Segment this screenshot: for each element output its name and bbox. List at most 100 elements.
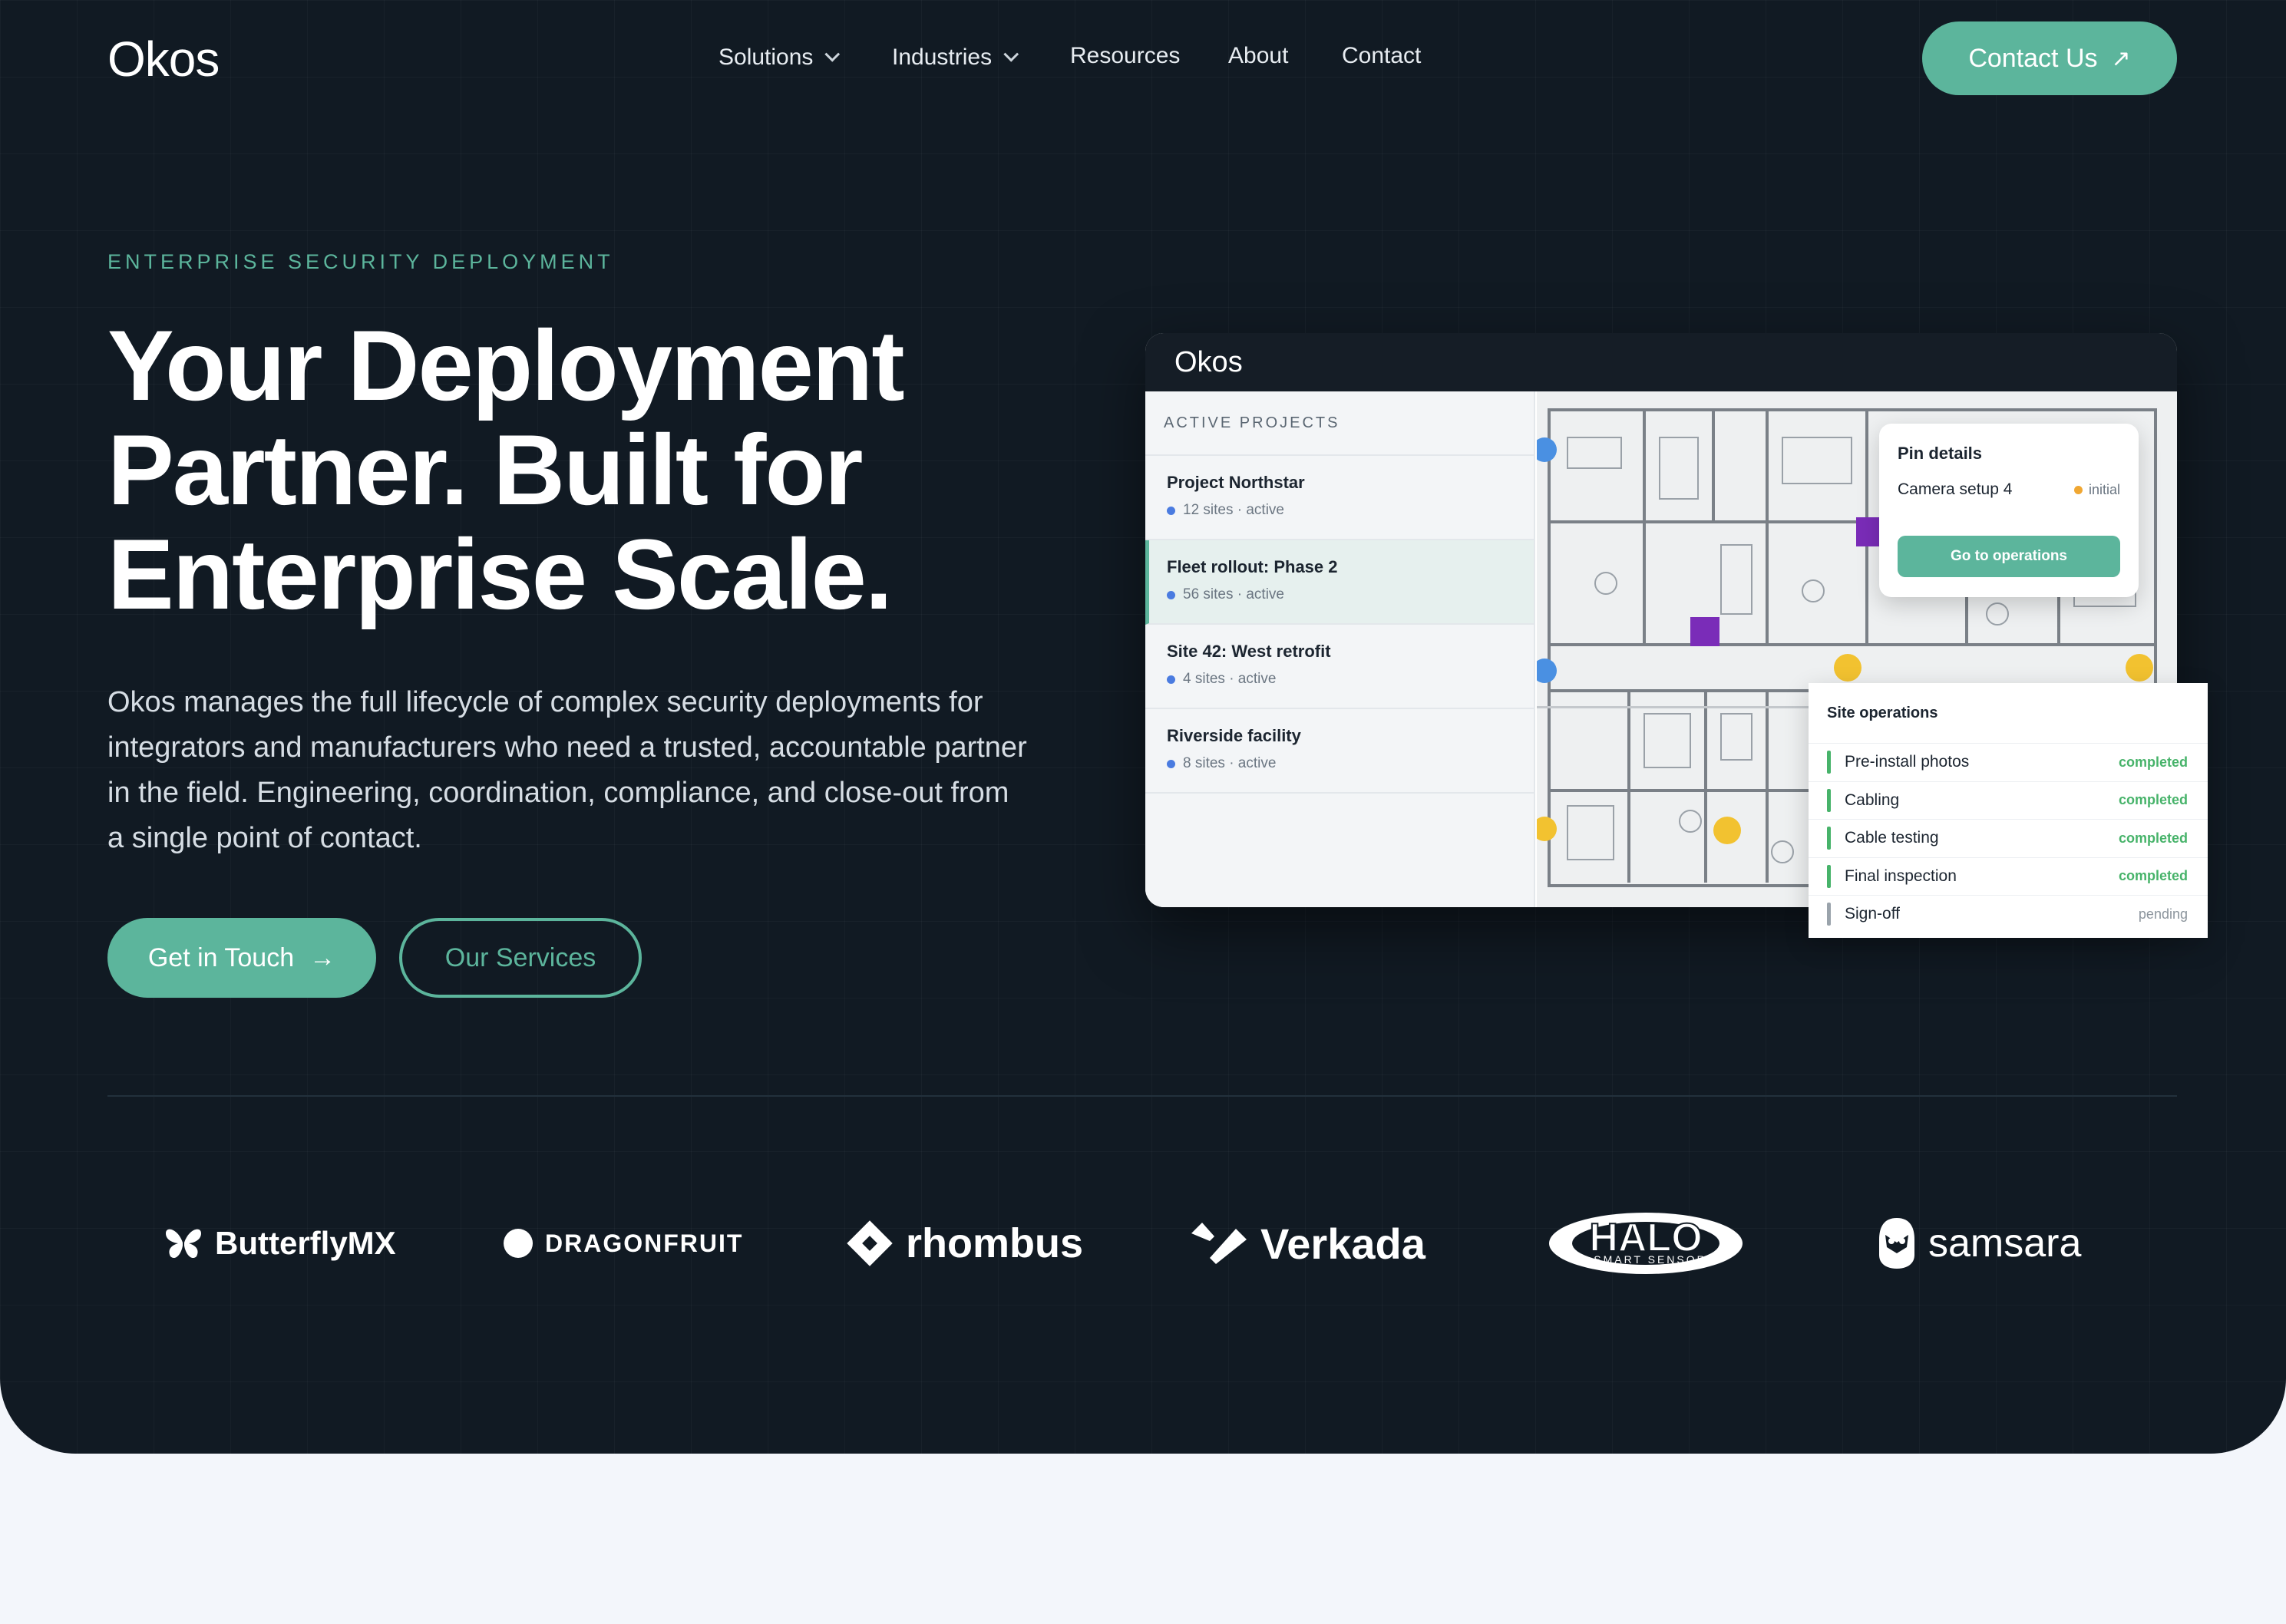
status-bar (1827, 751, 1831, 774)
operation-row[interactable]: Sign-off pending (1809, 895, 2208, 933)
operation-task-label: Cabling (1845, 791, 1900, 809)
sidebar-heading: ACTIVE PROJECTS (1145, 391, 1534, 456)
operation-status: completed (2118, 792, 2188, 808)
headline-line-1: Your Deployment (107, 309, 905, 421)
operation-task-label: Sign-off (1845, 905, 1900, 923)
project-item[interactable]: Fleet rollout: Phase 2 56 sites · active (1145, 540, 1534, 625)
rhombus-icon (847, 1220, 893, 1266)
contact-us-label: Contact Us (1968, 43, 2098, 73)
project-name: Fleet rollout: Phase 2 (1167, 557, 1338, 576)
operation-status: completed (2118, 754, 2188, 770)
app-titlebar: Okos (1145, 333, 2177, 391)
owl-icon (1879, 1218, 1914, 1269)
project-item[interactable]: Project Northstar 12 sites · active (1145, 456, 1534, 540)
our-services-button[interactable]: Our Services (399, 918, 642, 998)
site-operations-card: Site operations Pre-install photos compl… (1809, 683, 2208, 938)
partner-verkada-name: Verkada (1260, 1219, 1425, 1268)
operation-task: Final inspection (1827, 864, 1957, 888)
status-dot-icon (1167, 590, 1175, 599)
operation-status: pending (2138, 906, 2188, 922)
page-title: Your Deployment Partner. Built for Enter… (107, 313, 1105, 626)
operation-task: Sign-off (1827, 903, 1900, 926)
project-name: Site 42: West retrofit (1167, 642, 1331, 661)
arrow-up-right-icon: ↗ (2111, 45, 2131, 71)
status-bar (1827, 903, 1831, 926)
operation-task-label: Final inspection (1845, 866, 1957, 885)
partner-samsara-name: samsara (1928, 1221, 2082, 1266)
logo[interactable]: Okos (107, 31, 220, 87)
pin-status-label: initial (2088, 481, 2120, 497)
status-dot-icon (2073, 485, 2083, 494)
partner-rhombus-name: rhombus (906, 1220, 1084, 1266)
project-name: Project Northstar (1167, 473, 1305, 492)
status-bar (1827, 864, 1831, 888)
project-meta: 12 sites · active (1167, 502, 1534, 519)
project-meta-text: 12 sites · active (1183, 502, 1284, 518)
partner-dragonfruit: DRAGONFRUIT (504, 1205, 743, 1282)
pin-details-title: Pin details (1898, 444, 1983, 463)
project-name: Riverside facility (1167, 726, 1301, 745)
operation-row[interactable]: Pre-install photos completed (1809, 743, 2208, 781)
projects-sidebar: ACTIVE PROJECTS Project Northstar 12 sit… (1145, 391, 1535, 907)
pin-details-row: Camera setup 4 initial (1898, 480, 2120, 499)
project-meta: 4 sites · active (1167, 671, 1534, 688)
operation-task: Pre-install photos (1827, 751, 1969, 774)
operation-task: Cabling (1827, 788, 1900, 812)
operation-row[interactable]: Cabling completed (1809, 781, 2208, 820)
circle-logo-icon (504, 1229, 533, 1258)
partner-dragonfruit-name: DRAGONFRUIT (545, 1229, 744, 1257)
operation-status: completed (2118, 868, 2188, 884)
halo-logo-icon: HALO SMART SENSOR (1549, 1213, 1743, 1274)
arrow-right-icon: → (309, 942, 336, 972)
partner-rhombus: rhombus (846, 1205, 1083, 1282)
pin-details-card: Pin details Camera setup 4 initial Go to… (1879, 424, 2139, 597)
nav-solutions-label: Solutions (719, 45, 814, 70)
app-title: Okos (1174, 345, 1243, 378)
operation-task-label: Cable testing (1845, 829, 1939, 847)
partner-verkada: Verkada (1190, 1205, 1425, 1282)
status-bar (1827, 788, 1831, 812)
project-meta: 8 sites · active (1167, 755, 1534, 772)
status-dot-icon (1167, 759, 1175, 768)
headline-line-2: Partner. Built for (107, 414, 863, 526)
nav-industries-label: Industries (892, 45, 993, 70)
butterfly-icon (166, 1229, 201, 1259)
get-in-touch-button[interactable]: Get in Touch → (107, 918, 376, 998)
project-meta-text: 8 sites · active (1183, 755, 1277, 771)
project-item[interactable]: Riverside facility 8 sites · active (1145, 709, 1534, 794)
site-operations-title: Site operations (1827, 704, 1938, 721)
pin-item-label: Camera setup 4 (1898, 480, 2013, 498)
operation-row[interactable]: Final inspection completed (1809, 857, 2208, 896)
get-in-touch-label: Get in Touch (147, 942, 295, 972)
go-to-operations-button[interactable]: Go to operations (1898, 536, 2120, 577)
nav-resources[interactable]: Resources (1070, 43, 1180, 69)
partner-halo: HALO SMART SENSOR (1546, 1205, 1746, 1282)
nav-solutions[interactable]: Solutions (719, 45, 841, 71)
nav-industries[interactable]: Industries (892, 45, 1019, 71)
divider (107, 1095, 2177, 1097)
halo-tagline: SMART SENSOR (1594, 1253, 1707, 1266)
project-meta: 56 sites · active (1167, 586, 1534, 603)
partner-butterflymx: ButterflyMX (164, 1205, 396, 1282)
nav-about[interactable]: About (1228, 43, 1288, 69)
project-meta-text: 56 sites · active (1183, 586, 1284, 602)
headline-line-3: Enterprise Scale. (107, 518, 893, 630)
project-meta-text: 4 sites · active (1183, 671, 1277, 687)
partner-butterflymx-name: ButterflyMX (215, 1225, 396, 1261)
operation-task-label: Pre-install photos (1845, 753, 1970, 771)
operation-status: completed (2118, 830, 2188, 846)
operation-task: Cable testing (1827, 827, 1939, 850)
status-dot-icon (1167, 506, 1175, 515)
nav-contact[interactable]: Contact (1342, 43, 1421, 69)
status-dot-icon (1167, 675, 1175, 684)
partner-samsara: samsara (1878, 1205, 2081, 1282)
pin-status: initial (2073, 481, 2120, 498)
hero-section: Okos Solutions Industries Resources Abou… (0, 0, 2286, 1454)
verkada-check-icon (1191, 1223, 1247, 1264)
contact-us-button[interactable]: Contact Us ↗ (1922, 21, 2177, 95)
eyebrow: ENTERPRISE SECURITY DEPLOYMENT (107, 250, 614, 273)
operation-row[interactable]: Cable testing completed (1809, 819, 2208, 857)
project-item[interactable]: Site 42: West retrofit 4 sites · active (1145, 625, 1534, 709)
hero-description: Okos manages the full lifecycle of compl… (107, 686, 1027, 854)
status-bar (1827, 827, 1831, 850)
